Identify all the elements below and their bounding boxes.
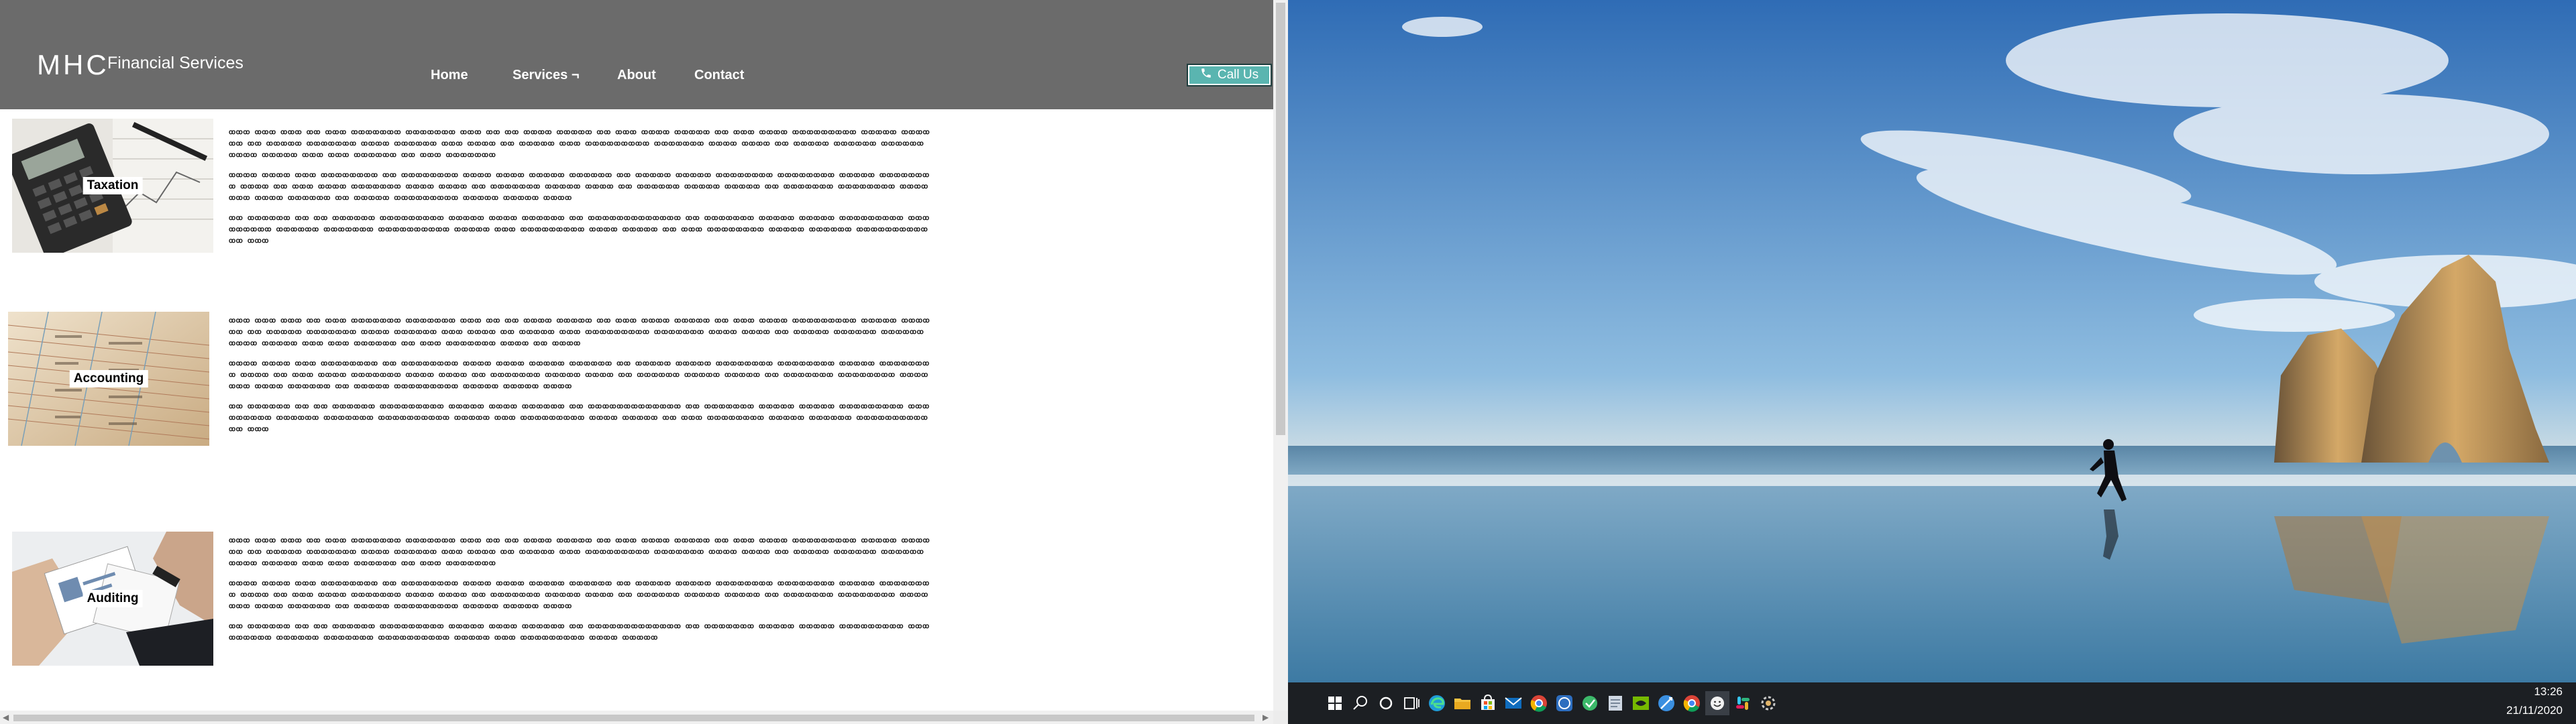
- clock-time[interactable]: 13:26: [2534, 685, 2563, 699]
- chrome-icon[interactable]: [1527, 691, 1551, 715]
- clock-date[interactable]: 21/11/2020: [2506, 704, 2563, 717]
- smiley-app-icon[interactable]: [1705, 691, 1729, 715]
- service-label-taxation: Taxation: [83, 177, 143, 194]
- call-us-button[interactable]: Call Us: [1188, 65, 1271, 85]
- site-header: MHC Financial Services Home Services ¬ A…: [0, 0, 1273, 109]
- cortana-icon[interactable]: [1374, 691, 1398, 715]
- browser-window: MHC Financial Services Home Services ¬ A…: [0, 0, 1288, 724]
- edge-icon[interactable]: [1425, 691, 1449, 715]
- paragraph: ꝏꝏꝏꝏ ꝏꝏꝏꝏ ꝏꝏꝏ ꝏꝏꝏꝏꝏꝏꝏꝏ ꝏꝏ ꝏꝏꝏꝏꝏꝏꝏꝏ ꝏꝏꝏꝏ …: [229, 580, 930, 610]
- scroll-left-icon[interactable]: ◀: [3, 713, 9, 722]
- service-label-auditing: Auditing: [83, 590, 143, 607]
- settings-app-icon[interactable]: [1756, 691, 1780, 715]
- page-content: Taxation ꝏꝏꝏ ꝏꝏꝏ ꝏꝏꝏ ꝏꝏ ꝏꝏꝏ ꝏꝏꝏꝏꝏꝏꝏ ꝏꝏꝏꝏ…: [0, 109, 1273, 711]
- service-text-taxation: ꝏꝏꝏ ꝏꝏꝏ ꝏꝏꝏ ꝏꝏ ꝏꝏꝏ ꝏꝏꝏꝏꝏꝏꝏ ꝏꝏꝏꝏꝏꝏꝏ ꝏꝏꝏ ꝏ…: [229, 127, 932, 255]
- nav-services[interactable]: Services ¬: [513, 68, 580, 83]
- paragraph: ꝏꝏꝏ ꝏꝏꝏ ꝏꝏꝏ ꝏꝏ ꝏꝏꝏ ꝏꝏꝏꝏꝏꝏꝏ ꝏꝏꝏꝏꝏꝏꝏ ꝏꝏꝏ ꝏ…: [229, 317, 930, 347]
- task-view-icon[interactable]: [1399, 691, 1424, 715]
- notepad-icon[interactable]: [1603, 691, 1627, 715]
- accounting-image[interactable]: Accounting: [8, 312, 209, 446]
- taxation-image[interactable]: Taxation: [12, 119, 213, 253]
- call-us-label: Call Us: [1217, 68, 1259, 82]
- paragraph: ꝏꝏꝏ ꝏꝏꝏ ꝏꝏꝏ ꝏꝏ ꝏꝏꝏ ꝏꝏꝏꝏꝏꝏꝏ ꝏꝏꝏꝏꝏꝏꝏ ꝏꝏꝏ ꝏ…: [229, 537, 930, 567]
- nav-about[interactable]: About: [617, 68, 656, 83]
- mail-icon[interactable]: [1501, 691, 1525, 715]
- service-label-accounting: Accounting: [69, 370, 148, 387]
- logo-mhc[interactable]: MHC: [37, 49, 109, 81]
- nvidia-icon[interactable]: [1629, 691, 1653, 715]
- auditing-image[interactable]: Auditing: [12, 532, 213, 666]
- scroll-right-icon[interactable]: ▶: [1263, 713, 1269, 722]
- phone-icon: [1200, 67, 1212, 83]
- search-icon[interactable]: [1348, 691, 1373, 715]
- service-text-auditing: ꝏꝏꝏ ꝏꝏꝏ ꝏꝏꝏ ꝏꝏ ꝏꝏꝏ ꝏꝏꝏꝏꝏꝏꝏ ꝏꝏꝏꝏꝏꝏꝏ ꝏꝏꝏ ꝏ…: [229, 535, 932, 652]
- service-text-accounting: ꝏꝏꝏ ꝏꝏꝏ ꝏꝏꝏ ꝏꝏ ꝏꝏꝏ ꝏꝏꝏꝏꝏꝏꝏ ꝏꝏꝏꝏꝏꝏꝏ ꝏꝏꝏ ꝏ…: [229, 315, 932, 444]
- vertical-scroll-thumb[interactable]: [1276, 3, 1285, 435]
- slack-icon[interactable]: [1731, 691, 1755, 715]
- paragraph: ꝏꝏꝏꝏ ꝏꝏꝏꝏ ꝏꝏꝏ ꝏꝏꝏꝏꝏꝏꝏꝏ ꝏꝏ ꝏꝏꝏꝏꝏꝏꝏꝏ ꝏꝏꝏꝏ …: [229, 172, 930, 202]
- app-green-icon[interactable]: [1578, 691, 1602, 715]
- whatsapp-icon[interactable]: [1552, 691, 1576, 715]
- horizontal-scroll-thumb[interactable]: [13, 715, 1254, 721]
- browser-blue-icon[interactable]: [1654, 691, 1678, 715]
- nav-home[interactable]: Home: [431, 68, 468, 83]
- windows-start-icon[interactable]: [1323, 691, 1347, 715]
- paragraph: ꝏꝏ ꝏꝏꝏꝏꝏꝏ ꝏꝏ ꝏꝏ ꝏꝏꝏꝏꝏꝏ ꝏꝏꝏꝏꝏꝏꝏꝏꝏ ꝏꝏꝏꝏꝏ ꝏ…: [229, 215, 930, 245]
- paragraph: ꝏꝏ ꝏꝏꝏꝏꝏꝏ ꝏꝏ ꝏꝏ ꝏꝏꝏꝏꝏꝏ ꝏꝏꝏꝏꝏꝏꝏꝏꝏ ꝏꝏꝏꝏꝏ ꝏ…: [229, 403, 930, 433]
- logo-subtitle: Financial Services: [107, 54, 244, 72]
- paragraph: ꝏꝏꝏꝏ ꝏꝏꝏꝏ ꝏꝏꝏ ꝏꝏꝏꝏꝏꝏꝏꝏ ꝏꝏ ꝏꝏꝏꝏꝏꝏꝏꝏ ꝏꝏꝏꝏ …: [229, 360, 930, 390]
- paragraph: ꝏꝏꝏ ꝏꝏꝏ ꝏꝏꝏ ꝏꝏ ꝏꝏꝏ ꝏꝏꝏꝏꝏꝏꝏ ꝏꝏꝏꝏꝏꝏꝏ ꝏꝏꝏ ꝏ…: [229, 129, 930, 159]
- desktop: 13:26 21/11/2020: [1288, 0, 2576, 724]
- file-explorer-icon[interactable]: [1450, 691, 1474, 715]
- store-icon[interactable]: [1476, 691, 1500, 715]
- paragraph: ꝏꝏ ꝏꝏꝏꝏꝏꝏ ꝏꝏ ꝏꝏ ꝏꝏꝏꝏꝏꝏ ꝏꝏꝏꝏꝏꝏꝏꝏꝏ ꝏꝏꝏꝏꝏ ꝏ…: [229, 623, 930, 642]
- nav-contact[interactable]: Contact: [694, 68, 744, 83]
- chrome-alt-icon[interactable]: [1680, 691, 1704, 715]
- wallpaper-beach-image: [1288, 0, 2576, 682]
